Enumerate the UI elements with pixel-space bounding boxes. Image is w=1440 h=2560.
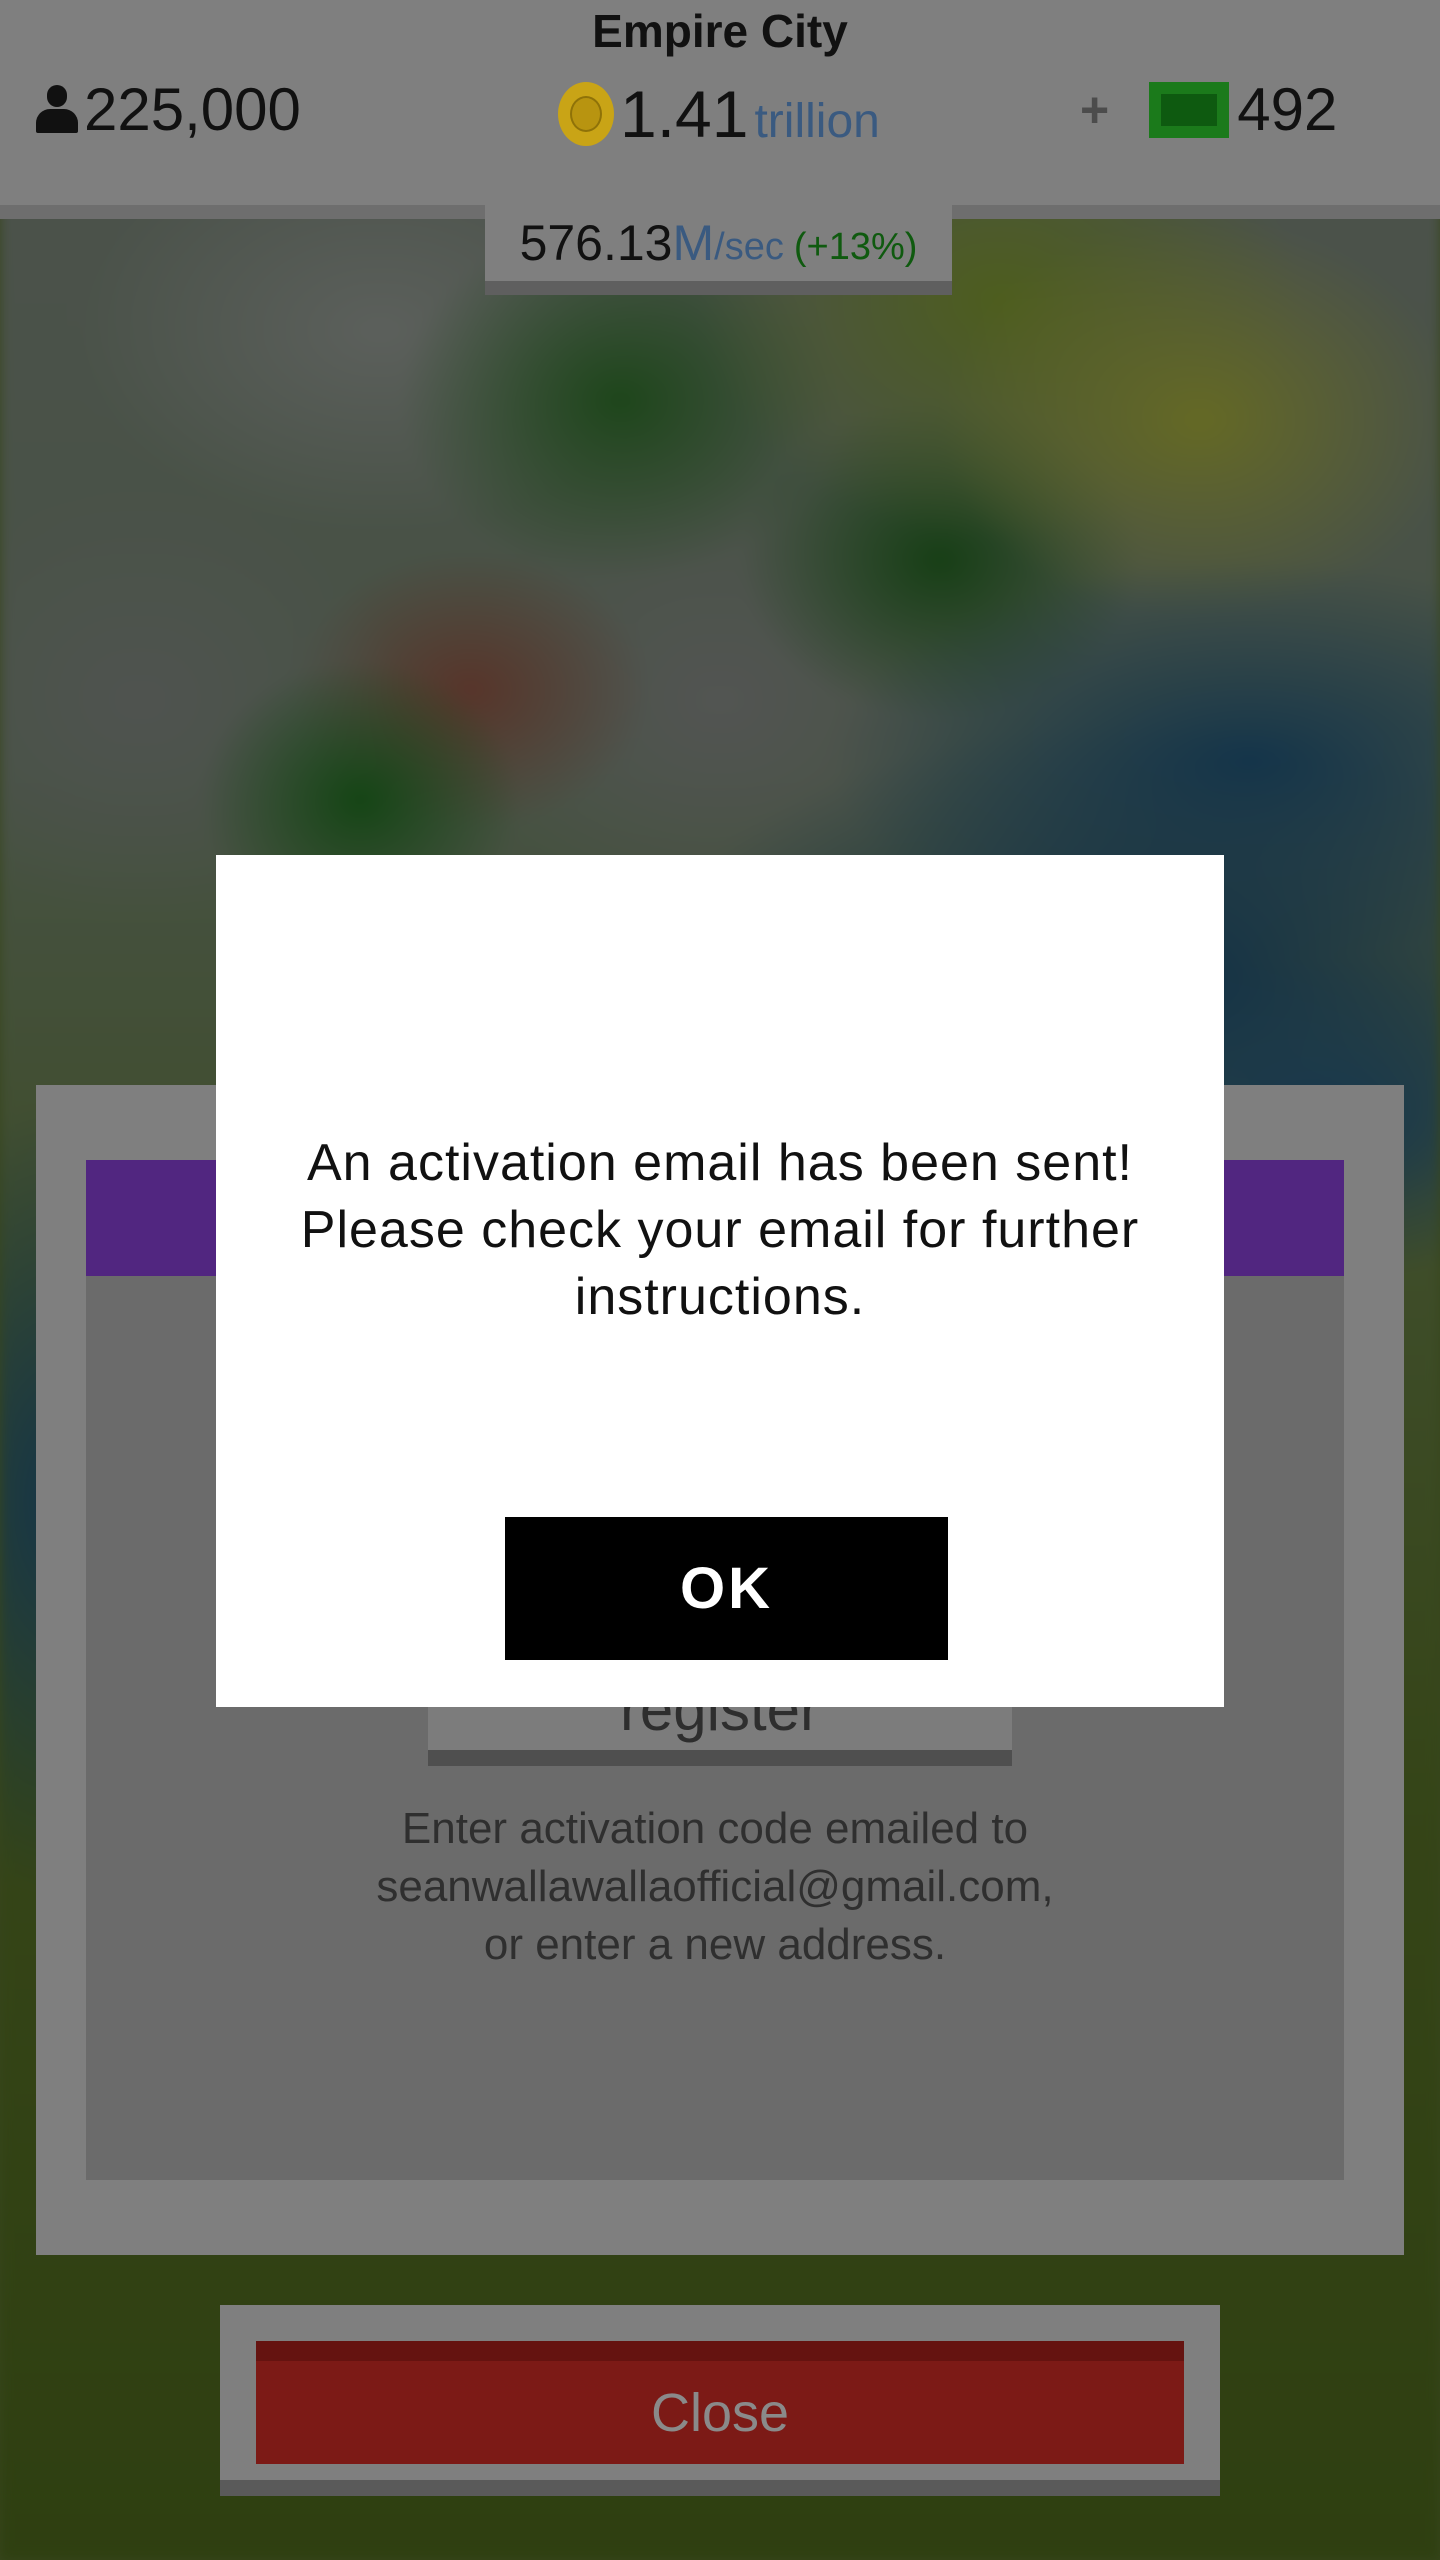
dialog-message-line: instructions. (574, 1268, 866, 1326)
activation-info-line: or enter a new address. (483, 1920, 947, 1969)
cash-value: 492 (1237, 76, 1338, 143)
population-value: 225,000 (84, 76, 301, 143)
income-per-sec: /sec (714, 225, 784, 268)
close-button[interactable]: Close (256, 2341, 1184, 2464)
dialog-message-line: Please check your email for further (300, 1201, 1140, 1259)
plus-icon[interactable]: + (1080, 81, 1109, 139)
coin-value: 1.41 (620, 77, 749, 151)
income-rate-tab: 576.13 M/sec (+13%) (485, 205, 952, 295)
cash-icon (1149, 82, 1230, 138)
activation-info-line: Enter activation code emailed to (401, 1804, 1029, 1853)
coin-icon (558, 82, 614, 146)
activation-email-dialog: An activation email has been sent! Pleas… (216, 855, 1224, 1707)
income-value: 576.13 (519, 215, 673, 271)
cash-counter[interactable]: + 492 (1080, 72, 1337, 148)
ok-button[interactable]: OK (505, 1517, 948, 1660)
person-icon (36, 85, 78, 135)
city-name: Empire City (592, 5, 848, 57)
close-button-frame: Close (220, 2305, 1220, 2496)
dialog-message: An activation email has been sent! Pleas… (216, 1130, 1224, 1331)
top-status-bar: Empire City 225,000 1.41 trillion + 492 (0, 0, 1440, 205)
income-bonus: (+13%) (793, 225, 918, 268)
game-screen: Empire City 225,000 1.41 trillion + 492 … (0, 0, 1440, 2560)
income-unit: M (672, 215, 715, 271)
coin-unit: trillion (754, 94, 880, 148)
population-counter: 225,000 (36, 72, 301, 148)
dialog-message-line: An activation email has been sent! (306, 1134, 1134, 1192)
activation-email-address: seanwallawallaofficial@gmail.com, (376, 1862, 1054, 1911)
activation-info-text: Enter activation code emailed to seanwal… (86, 1800, 1344, 1974)
coin-counter: 1.41 trillion (558, 74, 880, 154)
